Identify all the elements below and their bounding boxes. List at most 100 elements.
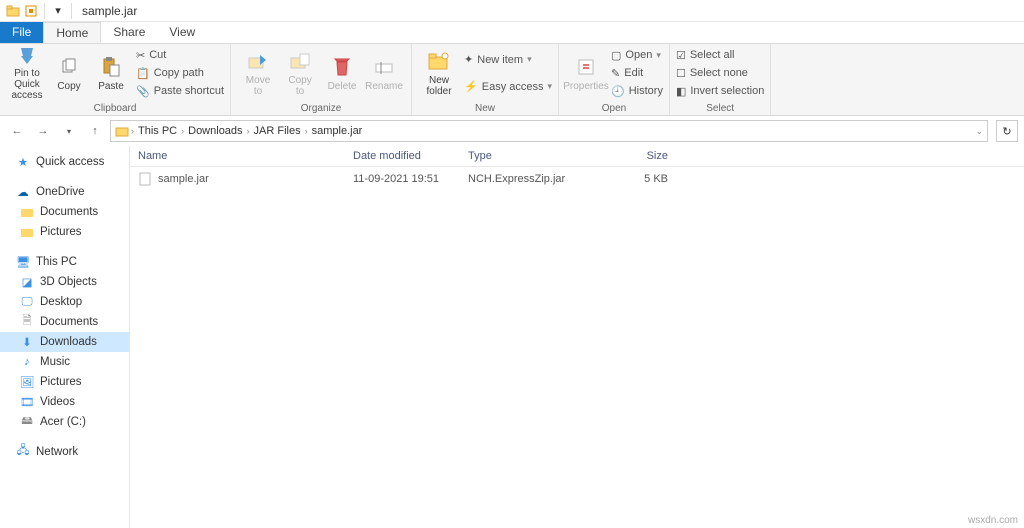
path-icon: 📋	[136, 67, 150, 80]
nav-onedrive[interactable]: ☁OneDrive	[0, 182, 129, 202]
paste-button[interactable]: Paste	[90, 46, 132, 100]
file-list: Name Date modified Type Size sample.jar …	[130, 146, 1024, 528]
tab-share[interactable]: Share	[101, 22, 157, 43]
cut-button[interactable]: ✂Cut	[136, 46, 224, 64]
nav-this-pc[interactable]: 🖥This PC	[0, 252, 129, 272]
chevron-right-icon[interactable]: ›	[131, 126, 134, 136]
properties-icon	[574, 55, 598, 79]
tab-view[interactable]: View	[157, 22, 207, 43]
crumb-samplejar[interactable]: sample.jar	[310, 123, 365, 139]
new-folder-button[interactable]: Newfolder	[418, 46, 460, 100]
new-item-icon: ✦	[464, 53, 473, 66]
watermark: wsxdn.com	[968, 515, 1018, 526]
nav-3d-objects[interactable]: ◪3D Objects	[0, 272, 129, 292]
folder-icon	[20, 225, 34, 239]
open-button[interactable]: ▢Open▾	[611, 46, 663, 64]
star-icon: ★	[16, 155, 30, 169]
select-none-button[interactable]: ☐Select none	[676, 64, 764, 82]
folder-icon	[115, 124, 129, 138]
select-all-icon: ☑	[676, 49, 686, 62]
save-icon[interactable]	[24, 4, 38, 18]
rename-button[interactable]: Rename	[363, 46, 405, 100]
copy-to-button[interactable]: Copyto	[279, 46, 321, 100]
column-headers[interactable]: Name Date modified Type Size	[130, 146, 1024, 167]
pictures-icon: 🖼	[20, 375, 34, 389]
copyto-icon	[288, 49, 312, 73]
edit-button[interactable]: ✎Edit	[611, 64, 663, 82]
select-all-button[interactable]: ☑Select all	[676, 46, 764, 64]
table-row[interactable]: sample.jar 11-09-2021 19:51 NCH.ExpressZ…	[130, 167, 1024, 191]
back-button[interactable]: ←	[6, 120, 28, 142]
copy-path-button[interactable]: 📋Copy path	[136, 64, 224, 82]
nav-quick-access[interactable]: ★Quick access	[0, 152, 129, 172]
col-name[interactable]: Name	[138, 150, 353, 162]
properties-button[interactable]: Properties	[565, 46, 607, 100]
chevron-down-icon: ▾	[656, 50, 661, 61]
up-button[interactable]: ↑	[84, 120, 106, 142]
delete-button[interactable]: Delete	[321, 46, 363, 100]
videos-icon: 🎞	[20, 395, 34, 409]
cloud-icon: ☁	[16, 185, 30, 199]
edit-icon: ✎	[611, 67, 620, 80]
group-open: Properties ▢Open▾ ✎Edit 🕘History Open	[559, 44, 670, 115]
paste-icon	[99, 55, 123, 79]
nav-pictures2[interactable]: 🖼Pictures	[0, 372, 129, 392]
ribbon: Pin to Quickaccess Copy Paste ✂Cut 📋Copy…	[0, 44, 1024, 116]
history-button[interactable]: 🕘History	[611, 82, 663, 100]
crumb-thispc[interactable]: This PC	[136, 123, 179, 139]
nav-network[interactable]: 🖧Network	[0, 442, 129, 462]
downloads-icon: ⬇	[20, 335, 34, 349]
col-size[interactable]: Size	[608, 150, 668, 162]
nav-pane: ★Quick access ☁OneDrive Documents Pictur…	[0, 146, 130, 528]
file-icon	[138, 172, 152, 186]
new-folder-icon	[427, 49, 451, 73]
nav-desktop[interactable]: 🖵Desktop	[0, 292, 129, 312]
pin-button[interactable]: Pin to Quickaccess	[6, 46, 48, 100]
recent-button[interactable]: ▾	[58, 120, 80, 142]
col-type[interactable]: Type	[468, 150, 608, 162]
chevron-down-icon[interactable]: ⌄	[975, 126, 983, 137]
dropdown-icon[interactable]: ▾	[51, 4, 65, 18]
nav-documents[interactable]: Documents	[0, 202, 129, 222]
tab-file[interactable]: File	[0, 22, 43, 43]
shortcut-icon: 📎	[136, 85, 150, 98]
forward-button[interactable]: →	[32, 120, 54, 142]
group-new: Newfolder ✦New item▾ ⚡Easy access▾ New	[412, 44, 559, 115]
ribbon-tabs: File Home Share View	[0, 22, 1024, 44]
group-organize: Moveto Copyto Delete Rename Organize	[231, 44, 412, 115]
breadcrumb[interactable]: › This PC › Downloads › JAR Files › samp…	[110, 120, 988, 142]
group-label: Clipboard	[0, 103, 230, 114]
copy-button[interactable]: Copy	[48, 46, 90, 100]
move-to-button[interactable]: Moveto	[237, 46, 279, 100]
new-item-button[interactable]: ✦New item▾	[464, 51, 552, 69]
select-extras: ☑Select all ☐Select none ◧Invert selecti…	[676, 46, 764, 100]
crumb-jarfiles[interactable]: JAR Files	[252, 123, 303, 139]
copy-icon	[57, 55, 81, 79]
crumb-downloads[interactable]: Downloads	[186, 123, 244, 139]
nav-pictures[interactable]: Pictures	[0, 222, 129, 242]
group-select: ☑Select all ☐Select none ◧Invert selecti…	[670, 44, 771, 115]
easy-access-icon: ⚡	[464, 80, 478, 93]
tab-home[interactable]: Home	[43, 22, 101, 43]
network-icon: 🖧	[16, 445, 30, 459]
refresh-button[interactable]: ↻	[996, 120, 1018, 142]
folder-icon	[20, 205, 34, 219]
nav-downloads[interactable]: ⬇Downloads	[0, 332, 129, 352]
nav-documents2[interactable]: 🗎Documents	[0, 312, 129, 332]
nav-videos[interactable]: 🎞Videos	[0, 392, 129, 412]
chevron-right-icon[interactable]: ›	[247, 126, 250, 136]
rename-icon	[372, 55, 396, 79]
chevron-right-icon[interactable]: ›	[305, 126, 308, 136]
documents-icon: 🗎	[20, 315, 34, 329]
easy-access-button[interactable]: ⚡Easy access▾	[464, 78, 552, 96]
invert-selection-button[interactable]: ◧Invert selection	[676, 82, 764, 100]
drive-icon: 🖴	[20, 415, 34, 429]
nav-music[interactable]: ♪Music	[0, 352, 129, 372]
nav-acer-c[interactable]: 🖴Acer (C:)	[0, 412, 129, 432]
3d-icon: ◪	[20, 275, 34, 289]
chevron-right-icon[interactable]: ›	[181, 126, 184, 136]
invert-icon: ◧	[676, 85, 686, 98]
pin-icon	[15, 46, 39, 66]
col-date[interactable]: Date modified	[353, 150, 468, 162]
paste-shortcut-button[interactable]: 📎Paste shortcut	[136, 82, 224, 100]
